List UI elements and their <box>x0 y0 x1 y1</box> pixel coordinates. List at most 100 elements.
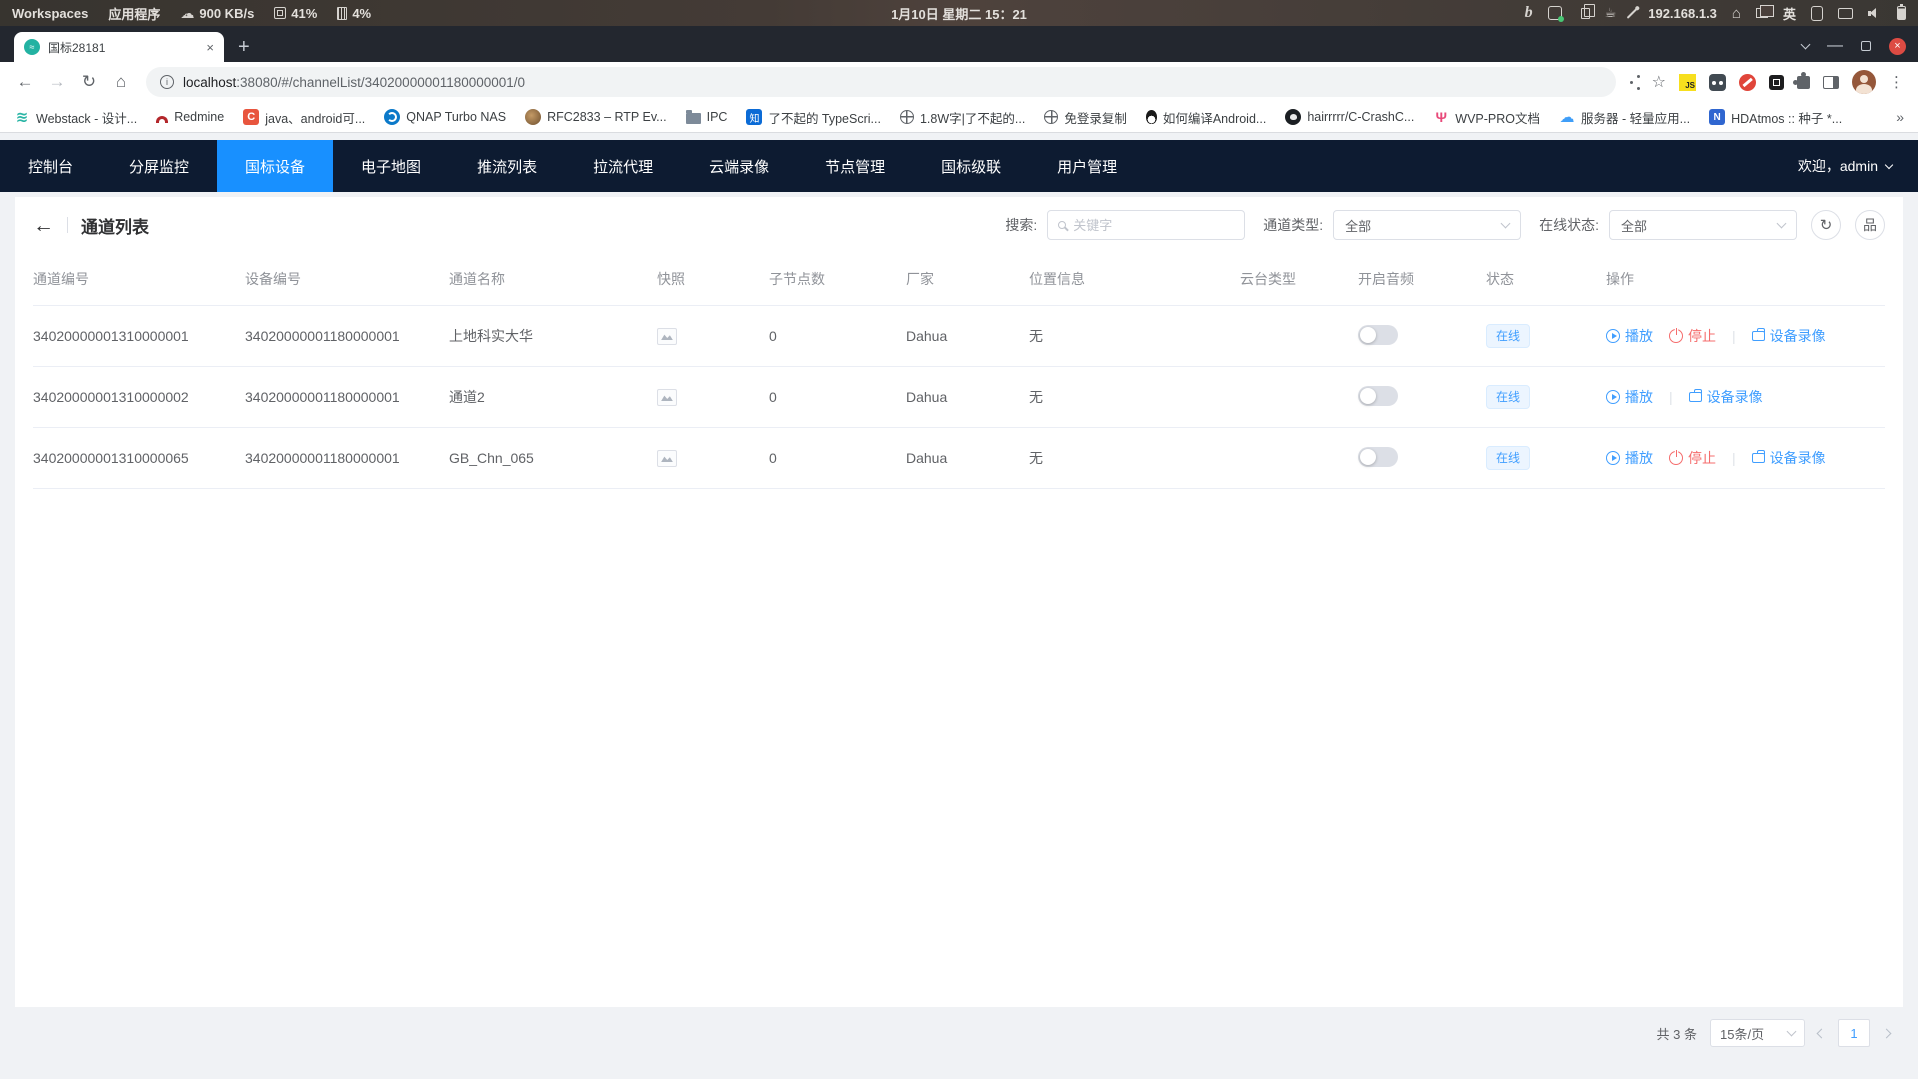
bookmark-item[interactable]: 免登录复制 <box>1044 108 1127 127</box>
nav-item-pull-proxy[interactable]: 拉流代理 <box>565 140 681 192</box>
js-extension-icon[interactable]: JS <box>1679 74 1696 91</box>
clipboard-tray-icon[interactable] <box>1581 8 1590 19</box>
record-button[interactable]: 设备录像 <box>1689 387 1763 407</box>
minimize-button[interactable]: — <box>1827 37 1843 55</box>
cpu-icon <box>274 7 286 19</box>
globe-icon <box>1044 110 1058 124</box>
new-tab-button[interactable]: + <box>238 37 250 57</box>
play-button[interactable]: 播放 <box>1606 387 1653 407</box>
nav-item-console[interactable]: 控制台 <box>0 140 101 192</box>
browser-tab[interactable]: ≈ 国标28181 × <box>14 32 224 62</box>
volume-icon[interactable] <box>1868 7 1882 19</box>
channel-id-cell: 34020000001310000001 <box>33 306 245 367</box>
nav-item-electronic-map[interactable]: 电子地图 <box>333 140 449 192</box>
bookmark-item[interactable]: NHDAtmos :: 种子 *... <box>1709 108 1842 127</box>
current-page[interactable]: 1 <box>1838 1019 1870 1047</box>
bookmark-item[interactable]: ≋Webstack - 设计... <box>14 108 137 127</box>
ime-indicator[interactable]: 英 <box>1783 4 1796 23</box>
nav-item-split-monitor[interactable]: 分屏监控 <box>101 140 217 192</box>
page-size-select[interactable]: 15条/页 <box>1710 1019 1805 1047</box>
back-icon[interactable]: ← <box>33 215 54 236</box>
channel-type-select[interactable]: 全部 <box>1333 210 1521 240</box>
workspaces-button[interactable]: Workspaces <box>12 6 88 21</box>
record-button[interactable]: 设备录像 <box>1752 448 1826 468</box>
bookmarks-overflow-icon[interactable]: » <box>1896 109 1904 125</box>
bookmark-star-icon[interactable]: ☆ <box>1652 72 1666 92</box>
home-button[interactable]: ⌂ <box>106 67 136 97</box>
display-icon[interactable] <box>1838 8 1853 19</box>
bing-tray-icon[interactable]: b <box>1525 4 1533 22</box>
record-button[interactable]: 设备录像 <box>1752 326 1826 346</box>
address-bar[interactable]: i localhost:38080/#/channelList/34020000… <box>146 67 1616 97</box>
profile-avatar[interactable] <box>1852 70 1876 94</box>
nav-item-cloud-recording[interactable]: 云端录像 <box>681 140 797 192</box>
browser-menu-icon[interactable]: ⋮ <box>1889 73 1904 91</box>
snapshot-thumbnail[interactable] <box>657 328 677 345</box>
next-page-button[interactable] <box>1882 1028 1892 1038</box>
bookmark-item[interactable]: Redmine <box>156 110 224 124</box>
phone-link-icon[interactable] <box>1811 6 1823 21</box>
applications-button[interactable]: 应用程序 <box>108 4 160 23</box>
clock[interactable]: 1月10日 星期二 15：21 <box>891 4 1027 23</box>
audio-toggle[interactable] <box>1358 447 1398 467</box>
tab-search-icon[interactable] <box>1801 40 1811 50</box>
nav-item-push-stream-list[interactable]: 推流列表 <box>449 140 565 192</box>
record-icon <box>1752 453 1765 463</box>
bookmark-item[interactable]: RFC2833 – RTP Ev... <box>525 109 667 125</box>
caffeine-tray-icon[interactable]: ☕ <box>1605 5 1617 21</box>
share-icon[interactable] <box>1630 81 1633 84</box>
refresh-button[interactable]: ↻ <box>1811 210 1841 240</box>
prev-page-button[interactable] <box>1817 1028 1827 1038</box>
folder-icon <box>686 113 701 124</box>
back-button[interactable]: ← <box>10 67 40 97</box>
dark-reader-extension-icon[interactable] <box>1709 74 1726 91</box>
forward-button[interactable]: → <box>42 67 72 97</box>
bookmark-item[interactable]: hairrrrr/C-CrashC... <box>1285 109 1414 125</box>
bookmark-item[interactable]: 1.8W字|了不起的... <box>900 108 1025 127</box>
stop-button[interactable]: 停止 <box>1669 326 1716 346</box>
site-info-icon[interactable]: i <box>160 75 174 89</box>
audio-toggle[interactable] <box>1358 386 1398 406</box>
adblock-extension-icon[interactable] <box>1739 74 1756 91</box>
bookmark-item[interactable]: Cjava、android可... <box>243 108 365 127</box>
side-panel-icon[interactable] <box>1823 76 1839 89</box>
bookmark-item[interactable]: ☁服务器 - 轻量应用... <box>1559 108 1690 127</box>
bookmark-item[interactable]: 如何编译Android... <box>1146 108 1267 127</box>
play-button[interactable]: 播放 <box>1606 448 1653 468</box>
snapshot-thumbnail[interactable] <box>657 450 677 467</box>
bookmark-item[interactable]: ΨWVP-PRO文档 <box>1433 108 1540 127</box>
screenshot-extension-icon[interactable] <box>1769 75 1784 90</box>
reload-button[interactable]: ↻ <box>74 67 104 97</box>
ip-address-indicator[interactable]: 192.168.1.3 <box>1648 6 1717 21</box>
search-input[interactable] <box>1073 218 1234 233</box>
play-icon <box>1606 451 1620 465</box>
home-tray-icon[interactable]: ⌂ <box>1732 5 1741 22</box>
window-close-button[interactable]: × <box>1889 38 1906 55</box>
url-host: localhost <box>183 75 236 90</box>
nav-item-node-management[interactable]: 节点管理 <box>797 140 913 192</box>
workspace-switcher-icon[interactable] <box>1756 8 1768 18</box>
online-status-select[interactable]: 全部 <box>1609 210 1797 240</box>
audio-cell <box>1358 367 1486 428</box>
tree-view-button[interactable]: 品 <box>1855 210 1885 240</box>
channel-type-label: 通道类型: <box>1263 215 1323 235</box>
play-button[interactable]: 播放 <box>1606 326 1653 346</box>
bookmark-item[interactable]: IPC <box>686 110 728 124</box>
audio-toggle[interactable] <box>1358 325 1398 345</box>
extensions-puzzle-icon[interactable] <box>1797 76 1810 89</box>
bookmark-item[interactable]: QNAP Turbo NAS <box>384 109 506 125</box>
image-placeholder-icon <box>661 454 673 462</box>
nav-item-user-management[interactable]: 用户管理 <box>1029 140 1145 192</box>
device-id-cell: 34020000001180000001 <box>245 367 449 428</box>
tab-close-icon[interactable]: × <box>206 41 214 54</box>
snapshot-thumbnail[interactable] <box>657 389 677 406</box>
nav-item-gb-cascade[interactable]: 国标级联 <box>913 140 1029 192</box>
tab-title: 国标28181 <box>48 39 198 56</box>
screenshot-tray-icon[interactable] <box>1548 6 1562 20</box>
stop-button[interactable]: 停止 <box>1669 448 1716 468</box>
nav-item-gb-devices[interactable]: 国标设备 <box>217 140 333 192</box>
color-picker-tray-icon[interactable] <box>1627 8 1638 19</box>
bookmark-item[interactable]: 知了不起的 TypeScri... <box>746 108 881 127</box>
maximize-button[interactable] <box>1861 41 1871 51</box>
user-menu[interactable]: 欢迎，admin <box>1798 140 1918 192</box>
